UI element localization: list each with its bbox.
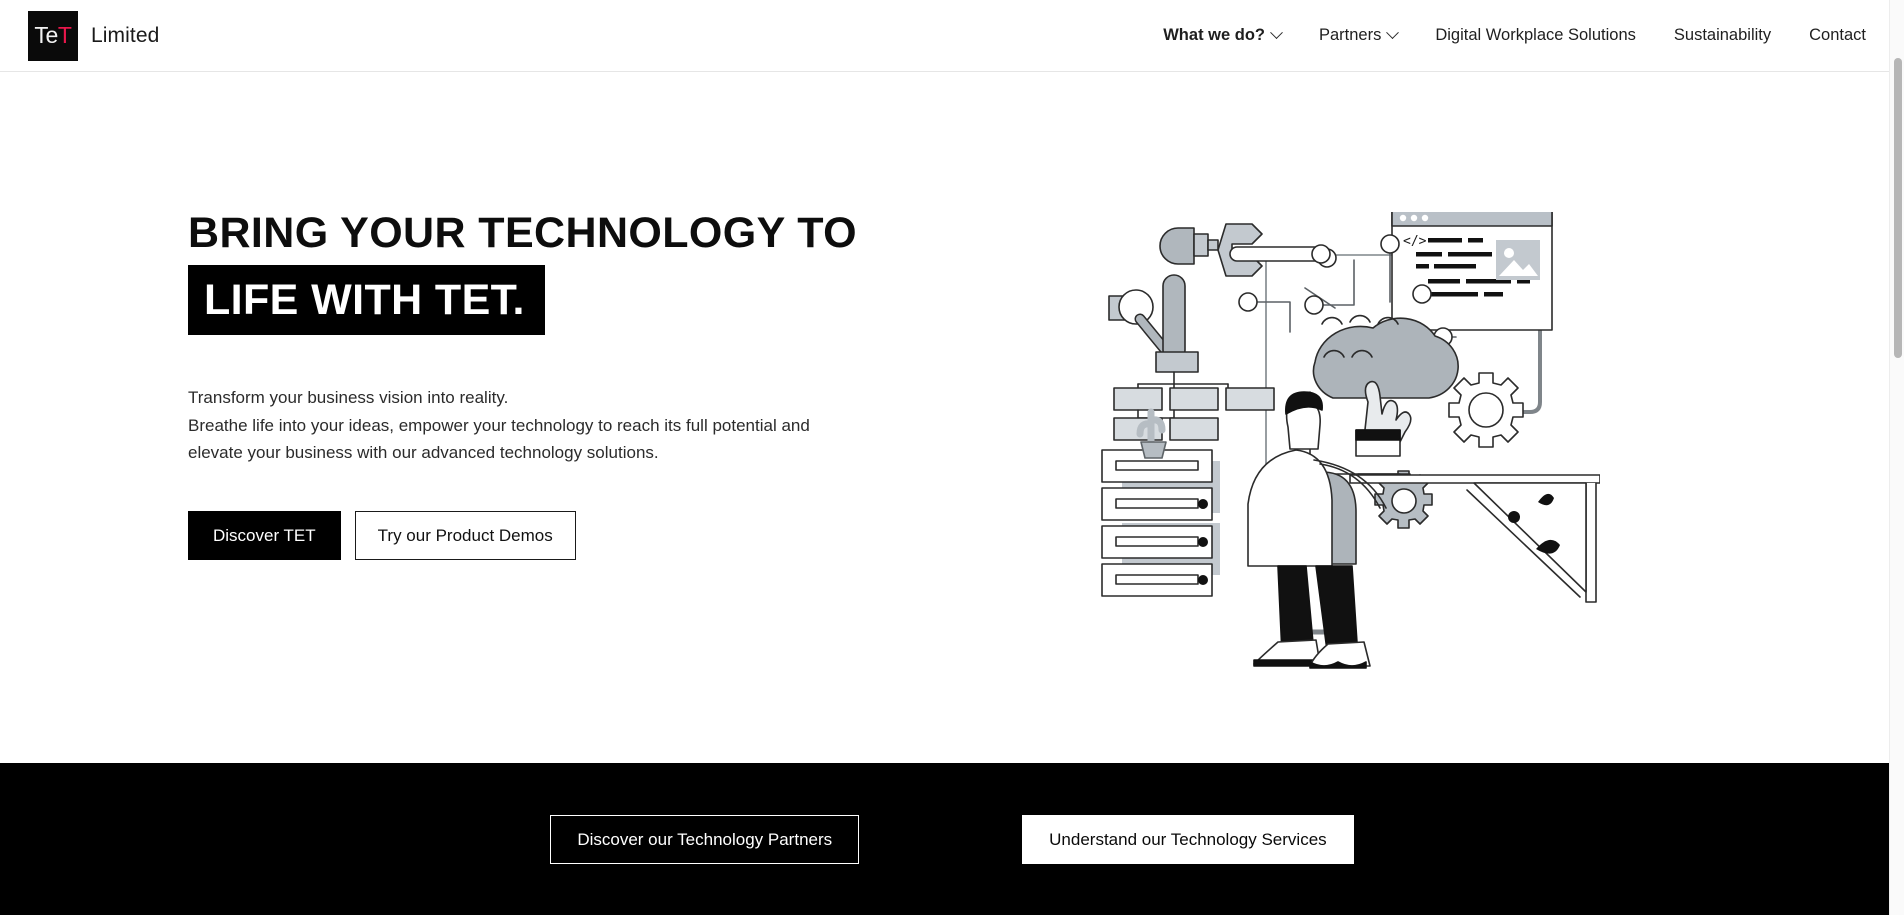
hero-headline-highlight-wrap: LIFE WITH TET. [188, 265, 928, 336]
nav-label-digital-workplace-solutions: Digital Workplace Solutions [1435, 26, 1636, 44]
gear-icon-large [1448, 372, 1524, 448]
brand-name: Limited [91, 23, 160, 47]
nav-label-sustainability: Sustainability [1673, 26, 1772, 44]
hero-copy: BRING YOUR TECHNOLOGY TO LIFE WITH TET. … [188, 210, 928, 560]
page-scrollbar-thumb[interactable] [1894, 58, 1902, 358]
hero-paragraph: Transform your business vision into real… [188, 384, 878, 466]
hero-section: BRING YOUR TECHNOLOGY TO LIFE WITH TET. … [0, 72, 1904, 763]
site-header: Te T Limited What we do? Partners Digital… [0, 0, 1904, 72]
nav-item-partners[interactable]: Partners [1318, 26, 1400, 45]
chevron-down-icon [1270, 26, 1283, 40]
hero-paragraph-line-1: Transform your business vision into real… [188, 388, 509, 408]
nav-label-what-we-do: What we do? [1163, 26, 1265, 44]
hero-illustration: </> [1100, 212, 1600, 702]
person-illustration [1247, 380, 1412, 669]
discover-technology-partners-button[interactable]: Discover our Technology Partners [550, 815, 860, 864]
hero-paragraph-line-2: Breathe life into your ideas, empower yo… [188, 415, 810, 435]
main-navigation: What we do? Partners Digital Workplace S… [1163, 26, 1866, 45]
discover-tet-button[interactable]: Discover TET [188, 511, 341, 560]
brand-logo[interactable]: Te T Limited [28, 10, 160, 61]
footer-cta-group: Discover our Technology Partners Underst… [0, 815, 1904, 864]
nav-item-digital-workplace-solutions[interactable]: Digital Workplace Solutions [1435, 26, 1636, 45]
hero-headline-line-1: BRING YOUR TECHNOLOGY TO [188, 209, 858, 257]
page-scrollbar[interactable] [1889, 0, 1904, 915]
robot-arm-illustration [1108, 223, 1331, 385]
hero-headline-line-2: LIFE WITH TET. [188, 265, 545, 336]
hero-cta-group: Discover TET Try our Product Demos [188, 511, 928, 560]
nav-item-sustainability[interactable]: Sustainability [1674, 26, 1771, 45]
server-rack-illustration [1101, 449, 1220, 597]
nav-item-contact[interactable]: Contact [1809, 26, 1866, 45]
footer-cta-band: Discover our Technology Partners Underst… [0, 763, 1904, 915]
nav-label-contact: Contact [1809, 26, 1866, 44]
understand-technology-services-button[interactable]: Understand our Technology Services [1022, 815, 1354, 864]
page-root: Te T Limited What we do? Partners Digital… [0, 0, 1904, 915]
nav-item-what-we-do[interactable]: What we do? [1163, 26, 1283, 45]
brand-mark-icon: Te T [28, 10, 78, 61]
browser-window-illustration: </> [1391, 212, 1553, 331]
brand-mark-te: Te [34, 22, 58, 48]
chevron-down-icon [1386, 26, 1400, 40]
nav-label-partners: Partners [1318, 26, 1382, 44]
hero-paragraph-line-3: elevate your business with our advanced … [188, 442, 659, 462]
brand-mark-t: T [57, 22, 72, 48]
try-product-demos-button[interactable]: Try our Product Demos [354, 511, 576, 560]
code-glyph-icon: </> [1403, 234, 1427, 249]
